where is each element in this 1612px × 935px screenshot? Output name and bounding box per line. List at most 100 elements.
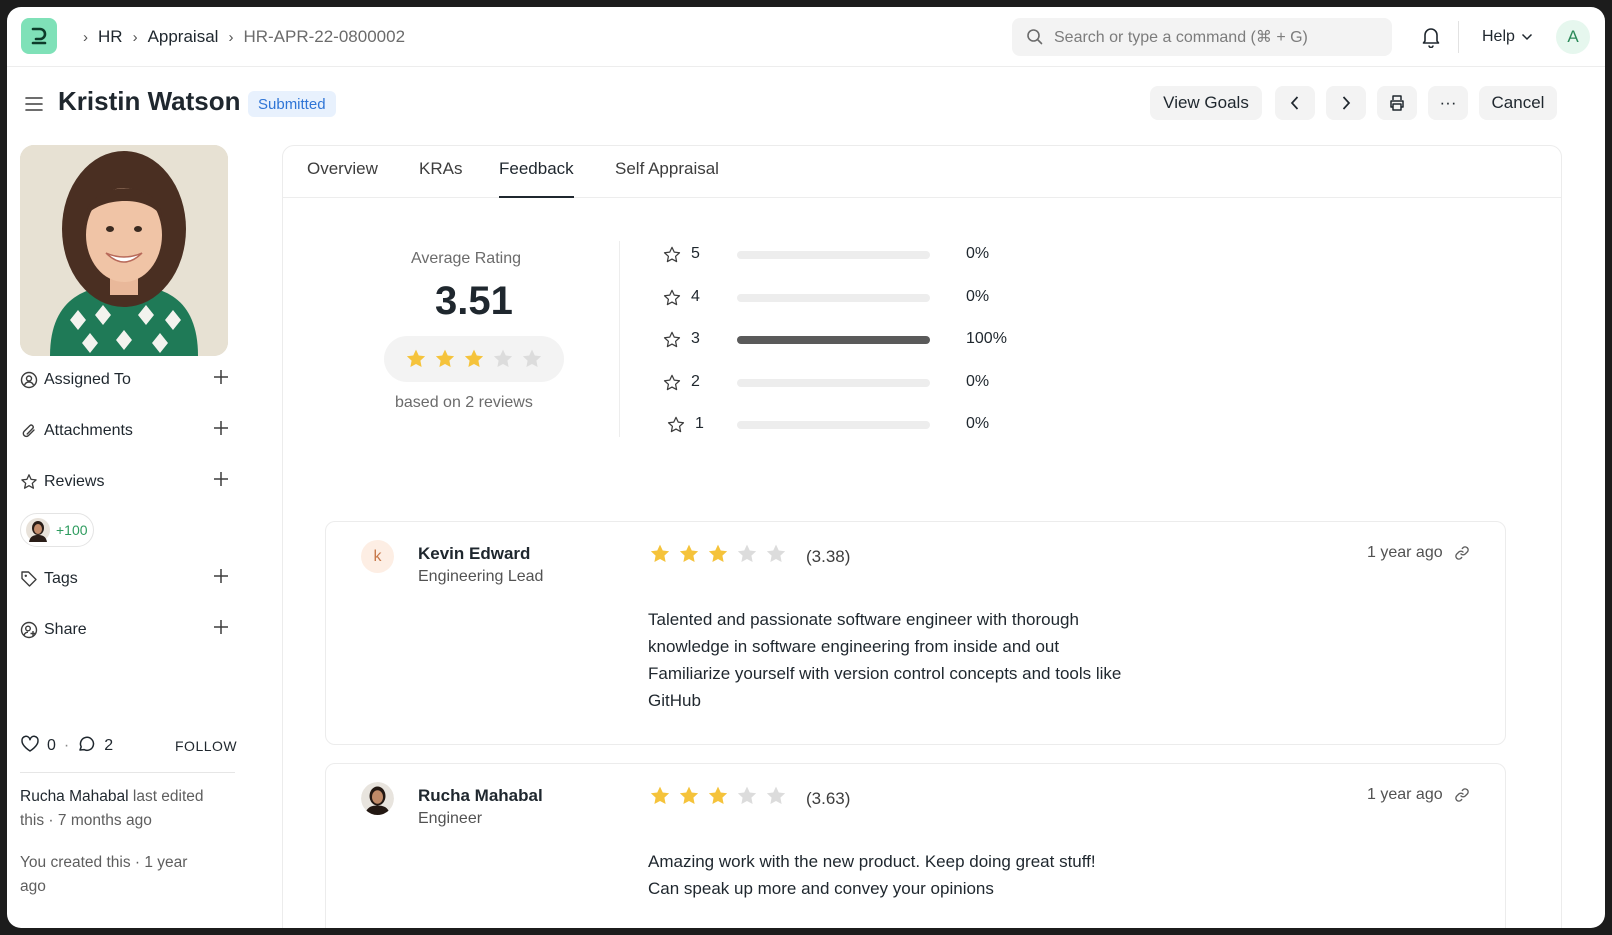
reviewer-avatar: k <box>361 540 394 573</box>
star-filled-icon <box>435 349 455 368</box>
divider <box>619 241 620 437</box>
review-stars <box>649 785 787 807</box>
app-window: › HR › Appraisal › HR-APR-22-0800002 Sea… <box>7 7 1605 928</box>
rating-row-stars: 2 <box>691 372 700 390</box>
add-tag-button[interactable] <box>212 567 230 590</box>
star-outline-icon <box>667 416 685 433</box>
tags-label: Tags <box>44 570 78 587</box>
share-row: Share <box>20 616 236 644</box>
review-time-text: 1 year ago <box>1367 786 1443 803</box>
rating-row-percent: 0% <box>966 287 990 305</box>
bell-icon <box>1422 28 1440 49</box>
activity-text: last edited <box>128 788 204 805</box>
user-avatar[interactable]: A <box>1556 20 1590 54</box>
rating-row-percent: 100% <box>966 330 1007 347</box>
previous-button[interactable] <box>1275 86 1315 120</box>
review-score: (3.38) <box>806 547 851 566</box>
reviewer-name: Kevin Edward <box>418 544 531 563</box>
average-rating-stars <box>384 336 564 382</box>
reviews-row: Reviews <box>20 468 236 496</box>
rating-row-percent: 0% <box>966 245 990 262</box>
comments-button[interactable] <box>77 735 97 758</box>
activity-text: You created this · 1 year <box>20 854 188 871</box>
chevron-right-icon: › <box>132 28 138 46</box>
activity-user[interactable]: Rucha Mahabal <box>20 788 129 805</box>
tag-icon <box>21 571 37 587</box>
link-icon[interactable] <box>1454 787 1470 803</box>
next-button[interactable] <box>1326 86 1366 120</box>
add-assignee-button[interactable] <box>212 368 230 391</box>
reviewer-avatar <box>361 782 394 815</box>
chevron-right-icon <box>1342 96 1351 110</box>
like-button[interactable] <box>20 735 40 758</box>
star-outline-icon <box>21 474 37 489</box>
review-time: 1 year ago <box>1367 544 1470 562</box>
help-dropdown[interactable]: Help <box>1482 7 1533 67</box>
assigned-to-label: Assigned To <box>44 371 131 388</box>
review-text-line: GitHub <box>648 691 701 710</box>
divider <box>1458 21 1459 53</box>
rating-row-percent: 0% <box>966 372 990 390</box>
chevron-down-icon <box>1521 33 1532 41</box>
activity-created: You created this · 1 year ago <box>20 851 235 899</box>
add-review-button[interactable] <box>212 470 230 493</box>
tab-overview[interactable]: Overview <box>307 159 378 198</box>
print-button[interactable] <box>1377 86 1417 120</box>
plus-icon <box>214 472 228 486</box>
star-empty-icon <box>766 786 786 805</box>
rating-row-percent: 0% <box>966 415 990 432</box>
separator-dot: · <box>63 737 70 754</box>
logo-icon <box>31 27 47 45</box>
search-placeholder: Search or type a command (⌘ + G) <box>1054 29 1308 46</box>
follow-button[interactable]: FOLLOW <box>175 738 237 754</box>
breadcrumb-appraisal[interactable]: Appraisal <box>148 27 219 47</box>
link-icon[interactable] <box>1454 545 1470 561</box>
reviewers-pill[interactable]: +100 <box>20 513 94 547</box>
plus-icon <box>214 620 228 634</box>
review-text: Talented and passionate software enginee… <box>648 606 1208 714</box>
reviewer-avatar <box>26 518 50 542</box>
activity-time: this · 7 months ago <box>20 812 152 829</box>
add-attachment-button[interactable] <box>212 419 230 442</box>
app-logo[interactable] <box>21 18 57 54</box>
star-outline-icon <box>663 246 681 263</box>
cancel-button[interactable]: Cancel <box>1479 86 1557 120</box>
tab-self-appraisal[interactable]: Self Appraisal <box>615 159 719 198</box>
tags-row: Tags <box>20 565 236 593</box>
rating-bar-track <box>737 378 930 387</box>
comments-count: 2 <box>104 737 114 754</box>
star-outline-icon <box>663 374 681 390</box>
rating-bar-track <box>737 421 930 429</box>
review-time-text: 1 year ago <box>1367 544 1443 561</box>
share-user-icon <box>20 621 38 639</box>
main-card: Overview KRAs Feedback Self Appraisal Av… <box>282 145 1562 928</box>
reviewer-role: Engineer <box>418 810 483 827</box>
breadcrumb-hr[interactable]: HR <box>98 27 123 47</box>
view-goals-button[interactable]: View Goals <box>1150 86 1262 120</box>
review-text-line: Familiarize yourself with version contro… <box>648 664 1122 683</box>
more-options-button[interactable]: ··· <box>1428 86 1468 120</box>
star-outline-icon <box>663 331 681 348</box>
sidebar-toggle[interactable] <box>24 95 44 118</box>
printer-icon <box>1390 95 1404 111</box>
star-filled-icon <box>708 786 728 805</box>
tab-feedback[interactable]: Feedback <box>499 159 574 198</box>
review-text: Amazing work with the new product. Keep … <box>648 848 1208 902</box>
star-empty-icon <box>737 786 757 805</box>
attachments-label: Attachments <box>44 422 133 439</box>
star-filled-icon <box>406 349 426 368</box>
reviews-label: Reviews <box>44 473 105 490</box>
review-text-line: knowledge in software engineering from i… <box>648 637 1060 656</box>
tab-kras[interactable]: KRAs <box>419 159 462 198</box>
status-badge: Submitted <box>248 91 336 117</box>
review-text-line: Amazing work with the new product. Keep … <box>648 852 1096 871</box>
divider <box>20 772 235 773</box>
add-share-button[interactable] <box>212 618 230 641</box>
activity-time: ago <box>20 878 46 895</box>
star-filled-icon <box>650 786 670 805</box>
plus-icon <box>214 421 228 435</box>
notifications-button[interactable] <box>1421 26 1441 53</box>
review-card: k Kevin Edward Engineering Lead (3.38) 1… <box>325 521 1506 745</box>
engagement-stats: 0 · 2 <box>20 734 113 758</box>
search-bar[interactable]: Search or type a command (⌘ + G) <box>1012 18 1392 56</box>
